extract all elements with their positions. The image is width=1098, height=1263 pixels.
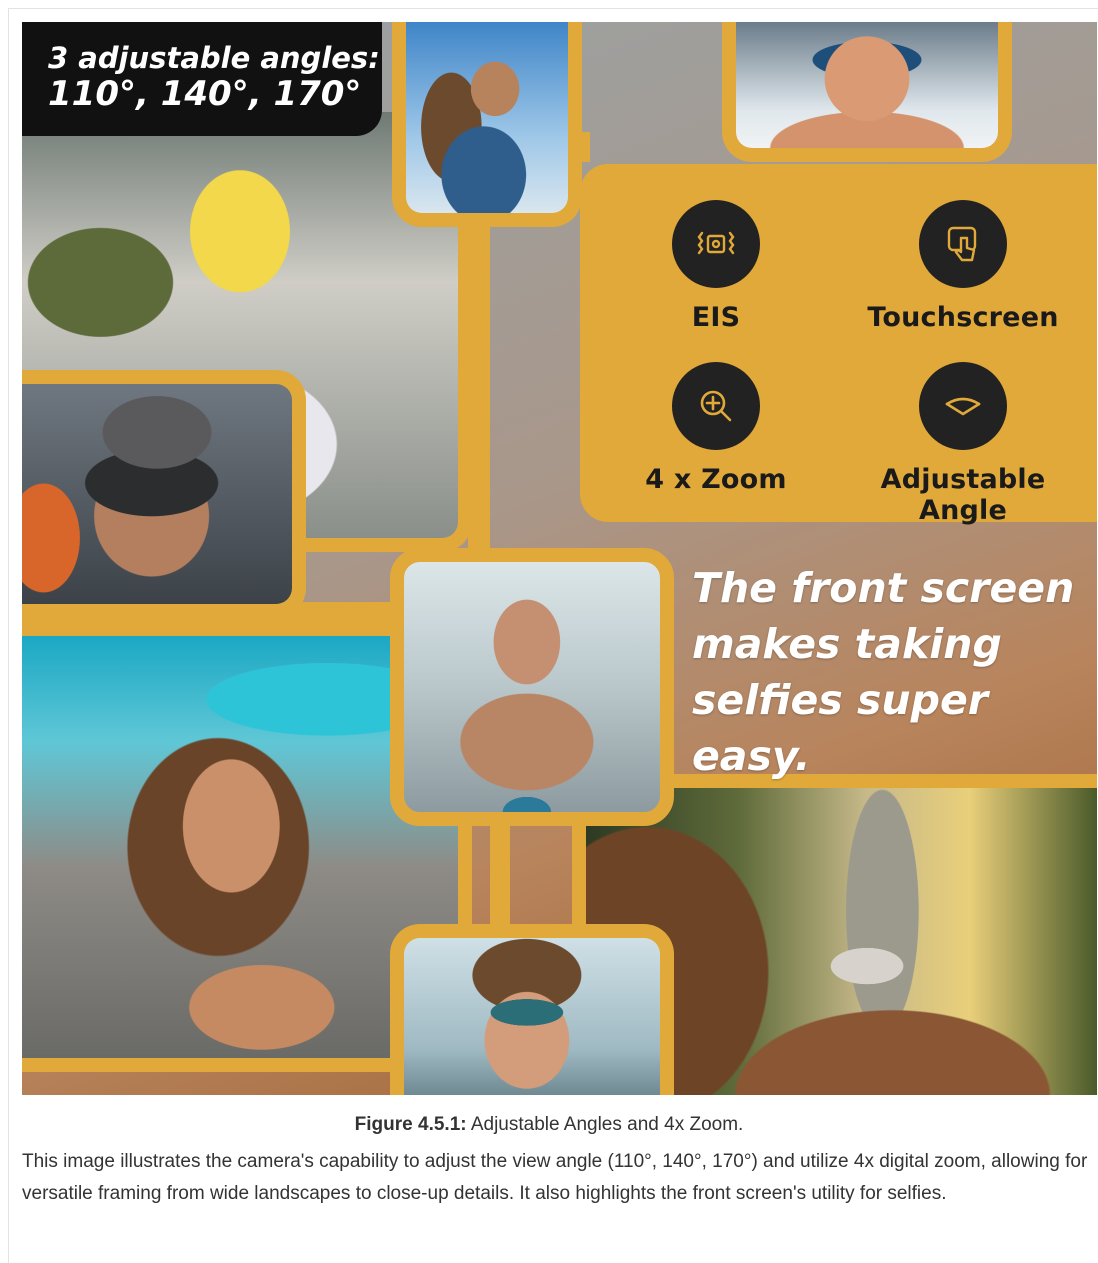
stabilization-icon (672, 200, 760, 288)
feature-touchscreen-label: Touchscreen (867, 302, 1059, 333)
angles-heading-line1: 3 adjustable angles: (48, 41, 380, 75)
figure-caption-label: Figure 4.5.1: (354, 1114, 467, 1135)
photo-swim-goggles-woman (390, 924, 674, 1095)
feature-eis: EIS (601, 200, 831, 333)
feature-adjustable-angle: Adjustable Angle (848, 362, 1078, 526)
features-panel: EIS Touchscreen 4 x Zoom Adjustable Angl… (580, 164, 1097, 526)
feature-adjustable-angle-label: Adjustable Angle (880, 464, 1046, 526)
tagline-line3: selfies super easy. (692, 676, 988, 780)
tagline-line1: The front screen (692, 564, 1075, 612)
feature-touchscreen: Touchscreen (848, 200, 1078, 333)
selfie-tagline: The front screen makes taking selfies su… (692, 560, 1097, 784)
feature-eis-label: EIS (691, 302, 741, 333)
photo-hiker (392, 22, 582, 227)
zoom-in-icon (672, 362, 760, 450)
figure-description: This image illustrates the camera's capa… (22, 1151, 1088, 1204)
figure-caption-text: Adjustable Angles and 4x Zoom. (466, 1114, 744, 1135)
photo-sunglasses-man (722, 22, 1012, 162)
touch-icon (919, 200, 1007, 288)
photo-goggles-bearded-man (22, 370, 306, 618)
photo-surprised-man (390, 548, 674, 826)
feature-zoom-label: 4 x Zoom (645, 464, 787, 495)
feature-zoom: 4 x Zoom (601, 362, 831, 495)
figure-caption-title: Figure 4.5.1: Adjustable Angles and 4x Z… (0, 1114, 1098, 1136)
product-figure-image: 3 adjustable angles: 110°, 140°, 170° EI… (22, 22, 1097, 1095)
angle-icon (919, 362, 1007, 450)
tagline-line2: makes taking (692, 620, 1002, 668)
angles-heading: 3 adjustable angles: 110°, 140°, 170° (22, 22, 382, 136)
angles-heading-line2: 110°, 140°, 170° (48, 74, 362, 114)
